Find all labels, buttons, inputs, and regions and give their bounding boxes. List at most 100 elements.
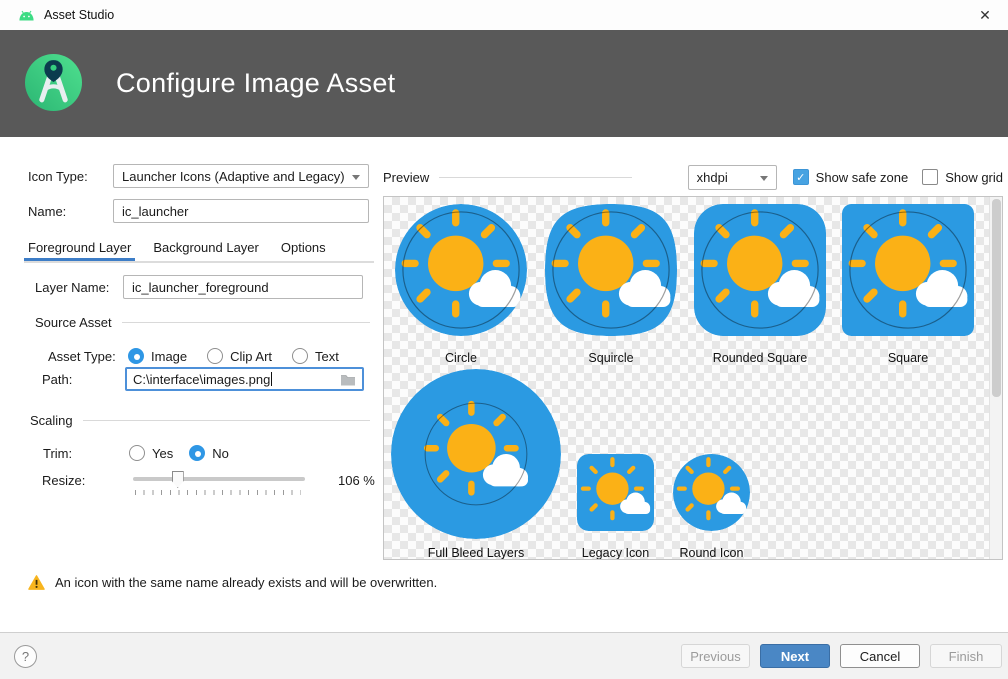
android-icon	[18, 10, 35, 21]
path-value: C:\interface\images.png	[133, 372, 270, 387]
radio-image-label: Image	[151, 349, 187, 364]
asset-type-label: Asset Type:	[48, 349, 116, 364]
page-title: Configure Image Asset	[116, 68, 395, 99]
radio-image[interactable]: Image	[128, 348, 187, 364]
preview-tile-label: Square	[888, 351, 928, 365]
icon-type-select[interactable]: Launcher Icons (Adaptive and Legacy)	[113, 164, 369, 188]
weather-icon-fullbleed	[391, 369, 561, 542]
tab-options[interactable]: Options	[277, 237, 330, 261]
slider-ticks	[135, 490, 301, 495]
preview-tile-label: Squircle	[588, 351, 633, 365]
preview-tile-round: Round Icon	[673, 454, 750, 560]
trim-label: Trim:	[43, 446, 72, 461]
radio-trim-yes-circle[interactable]	[129, 445, 145, 461]
radio-trim-yes-label: Yes	[152, 446, 173, 461]
next-button[interactable]: Next	[760, 644, 830, 668]
show-safe-zone-option[interactable]: ✓ Show safe zone	[793, 169, 909, 185]
weather-icon-square	[842, 204, 974, 339]
weather-icon-rounded	[694, 204, 826, 339]
warning-row: An icon with the same name already exist…	[28, 575, 437, 590]
weather-icon-circle	[395, 204, 527, 339]
radio-text-label: Text	[315, 349, 339, 364]
layer-tabs: Foreground Layer Background Layer Option…	[24, 237, 374, 263]
preview-scrollbar-thumb[interactable]	[992, 199, 1001, 397]
name-label: Name:	[28, 204, 66, 219]
tab-foreground-layer[interactable]: Foreground Layer	[24, 237, 135, 261]
preview-tile-label: Round Icon	[680, 546, 744, 560]
titlebar: Asset Studio ✕	[0, 0, 1008, 30]
source-asset-section-label: Source Asset	[35, 315, 112, 330]
icon-type-value: Launcher Icons (Adaptive and Legacy)	[122, 169, 345, 184]
section-divider	[439, 177, 631, 178]
wizard-buttons: Previous Next Cancel Finish	[681, 644, 1002, 668]
weather-icon-squircle	[545, 204, 677, 339]
preview-tile-label: Circle	[445, 351, 477, 365]
show-safe-zone-label: Show safe zone	[816, 170, 909, 185]
layer-name-label: Layer Name:	[35, 280, 109, 295]
show-grid-label: Show grid	[945, 170, 1003, 185]
scaling-section-label: Scaling	[30, 413, 73, 428]
slider-thumb[interactable]	[172, 471, 184, 488]
radio-trim-no-circle[interactable]	[189, 445, 205, 461]
help-icon[interactable]: ?	[14, 645, 37, 668]
slider-track[interactable]	[133, 477, 305, 481]
warning-icon	[28, 575, 45, 590]
radio-image-circle[interactable]	[128, 348, 144, 364]
preview-tile-fullbleed: Full Bleed Layers	[391, 369, 561, 560]
weather-icon-round	[673, 454, 750, 534]
preview-tile-circle: Circle	[395, 204, 527, 365]
radio-trim-no[interactable]: No	[189, 445, 229, 461]
preview-canvas: Circle Squircle Rounded Square Square Full B…	[383, 196, 1003, 560]
name-input[interactable]: ic_launcher	[113, 199, 369, 223]
radio-clip-art-label: Clip Art	[230, 349, 272, 364]
preview-tile-rounded: Rounded Square	[694, 204, 826, 365]
form-panel: Icon Type: Launcher Icons (Adaptive and …	[0, 137, 383, 577]
icon-type-label: Icon Type:	[28, 169, 88, 184]
path-input[interactable]: C:\interface\images.png	[125, 367, 364, 391]
asset-studio-dialog: Asset Studio ✕ Configure Image Asset Ico…	[0, 0, 1008, 679]
radio-trim-yes[interactable]: Yes	[129, 445, 173, 461]
show-safe-zone-checkbox[interactable]: ✓	[793, 169, 809, 185]
preview-tile-legacy: Legacy Icon	[577, 454, 654, 560]
close-icon[interactable]: ✕	[962, 0, 1008, 30]
radio-clip-art[interactable]: Clip Art	[207, 348, 272, 364]
weather-icon-legacy	[577, 454, 654, 534]
preview-scrollbar[interactable]	[989, 197, 1002, 559]
previous-button[interactable]: Previous	[681, 644, 750, 668]
preview-header: Preview xhdpi ✓ Show safe zone ✓ Show gr…	[383, 164, 1003, 190]
android-studio-logo-icon	[25, 54, 82, 114]
resize-slider[interactable]	[133, 470, 305, 496]
browse-folder-icon[interactable]	[340, 373, 356, 386]
asset-type-radio-group: Image Clip Art Text	[128, 348, 339, 364]
path-label: Path:	[42, 372, 72, 387]
warning-text: An icon with the same name already exist…	[55, 575, 437, 590]
radio-trim-no-label: No	[212, 446, 229, 461]
finish-button[interactable]: Finish	[930, 644, 1002, 668]
radio-text-circle[interactable]	[292, 348, 308, 364]
preview-tile-label: Full Bleed Layers	[428, 546, 525, 560]
resize-label: Resize:	[42, 473, 85, 488]
trim-radio-group: Yes No	[129, 445, 229, 461]
preview-tile-square: Square	[842, 204, 974, 365]
preview-tile-label: Rounded Square	[713, 351, 808, 365]
text-cursor	[271, 372, 272, 386]
radio-text[interactable]: Text	[292, 348, 339, 364]
density-select[interactable]: xhdpi	[688, 165, 777, 190]
show-grid-option[interactable]: ✓ Show grid	[922, 169, 1003, 185]
density-value: xhdpi	[697, 170, 728, 185]
tab-background-layer[interactable]: Background Layer	[149, 237, 263, 261]
preview-tile-squircle: Squircle	[545, 204, 677, 365]
cancel-button[interactable]: Cancel	[840, 644, 920, 668]
layer-name-input[interactable]: ic_launcher_foreground	[123, 275, 363, 299]
radio-clip-art-circle[interactable]	[207, 348, 223, 364]
preview-tile-label: Legacy Icon	[582, 546, 649, 560]
footer: ? Previous Next Cancel Finish	[0, 633, 1008, 679]
resize-value: 106 %	[338, 473, 375, 488]
show-grid-checkbox[interactable]: ✓	[922, 169, 938, 185]
header-banner: Configure Image Asset	[0, 30, 1008, 137]
section-divider	[83, 420, 370, 421]
name-value: ic_launcher	[122, 204, 189, 219]
window-title: Asset Studio	[44, 8, 114, 22]
layer-name-value: ic_launcher_foreground	[132, 280, 269, 295]
preview-section-label: Preview	[383, 170, 429, 185]
